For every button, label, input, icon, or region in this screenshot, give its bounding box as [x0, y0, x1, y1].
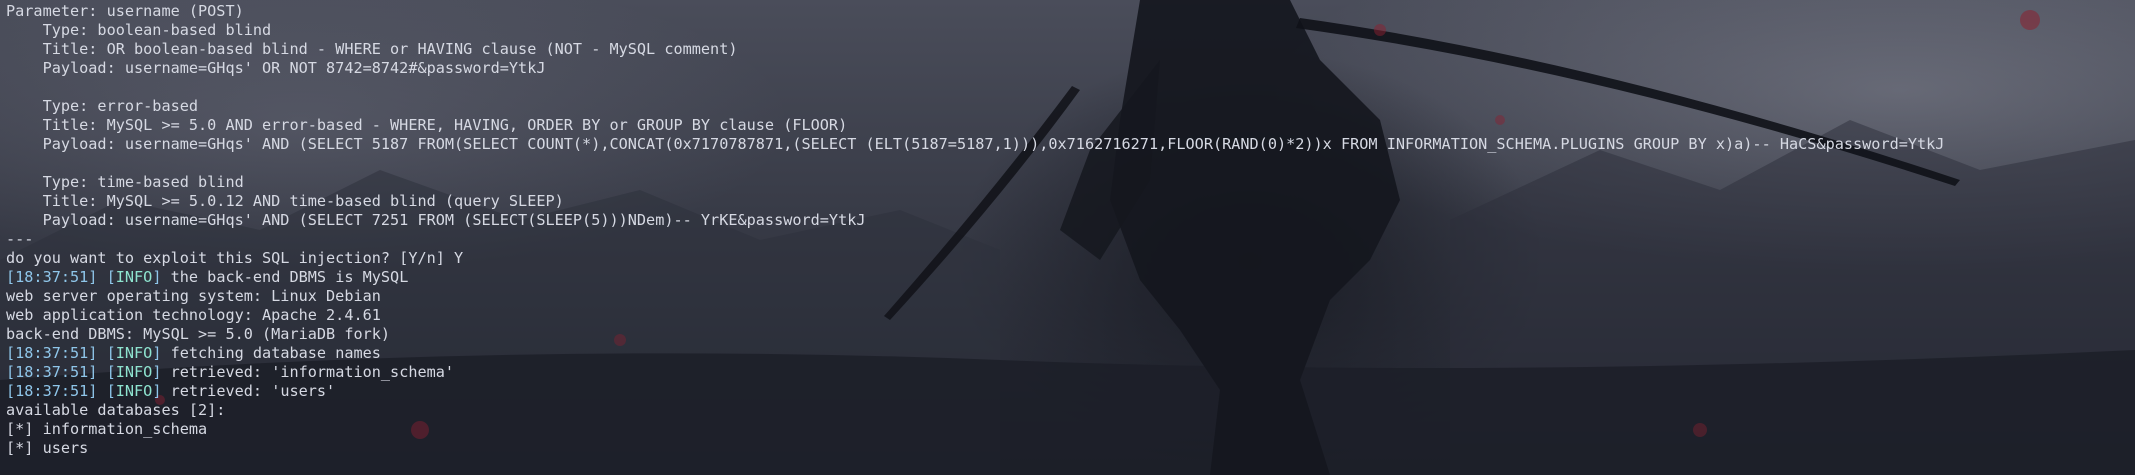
- log-timestamp: [18:37:51]: [6, 344, 98, 362]
- technique-payload-line: Payload: username=GHqs' AND (SELECT 7251…: [6, 211, 866, 229]
- dbms-info-line: back-end DBMS: MySQL >= 5.0 (MariaDB for…: [6, 325, 391, 343]
- log-message: retrieved: 'users': [161, 382, 336, 400]
- database-item: [*] information_schema: [6, 420, 208, 438]
- log-timestamp: [18:37:51]: [6, 382, 98, 400]
- log-timestamp: [18:37:51]: [6, 363, 98, 381]
- log-level: INFO: [115, 363, 153, 381]
- exploit-prompt-line: do you want to exploit this SQL injectio…: [6, 249, 464, 267]
- available-databases-line: available databases [2]:: [6, 401, 226, 419]
- parameter-line: Parameter: username (POST): [6, 2, 244, 20]
- log-message: fetching database names: [161, 344, 381, 362]
- log-message: retrieved: 'information_schema': [161, 363, 455, 381]
- log-level: INFO: [115, 344, 153, 362]
- log-line: [18:37:51] [INFO] the back-end DBMS is M…: [6, 268, 1944, 287]
- log-line: [18:37:51] [INFO] fetching database name…: [6, 344, 1944, 363]
- log-level: INFO: [115, 382, 153, 400]
- log-level-open: [: [97, 344, 116, 362]
- log-line: [18:37:51] [INFO] retrieved: 'informatio…: [6, 363, 1944, 382]
- technique-type-line: Type: error-based: [6, 97, 199, 115]
- log-level-open: [: [97, 268, 116, 286]
- log-line: [18:37:51] [INFO] retrieved: 'users': [6, 382, 1944, 401]
- technique-title-line: Title: MySQL >= 5.0 AND error-based - WH…: [6, 116, 848, 134]
- technique-type-line: Type: boolean-based blind: [6, 21, 272, 39]
- log-timestamp: [18:37:51]: [6, 268, 98, 286]
- tech-info-line: web application technology: Apache 2.4.6…: [6, 306, 381, 324]
- technique-title-line: Title: OR boolean-based blind - WHERE or…: [6, 40, 738, 58]
- log-level-open: [: [97, 363, 116, 381]
- technique-type-line: Type: time-based blind: [6, 173, 244, 191]
- technique-payload-line: Payload: username=GHqs' AND (SELECT 5187…: [6, 135, 1945, 153]
- log-level-open: [: [97, 382, 116, 400]
- technique-payload-line: Payload: username=GHqs' OR NOT 8742=8742…: [6, 59, 546, 77]
- log-level: INFO: [115, 268, 153, 286]
- database-item: [*] users: [6, 439, 89, 457]
- technique-title-line: Title: MySQL >= 5.0.12 AND time-based bl…: [6, 192, 564, 210]
- terminal-output[interactable]: Parameter: username (POST) Type: boolean…: [6, 2, 1944, 458]
- os-info-line: web server operating system: Linux Debia…: [6, 287, 381, 305]
- separator-line: ---: [6, 230, 34, 248]
- log-message: the back-end DBMS is MySQL: [161, 268, 409, 286]
- terminal-window[interactable]: Parameter: username (POST) Type: boolean…: [0, 0, 2135, 475]
